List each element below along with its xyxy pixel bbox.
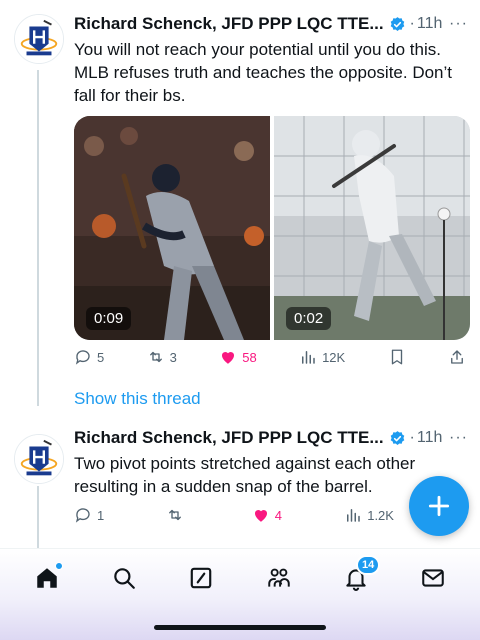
author-name[interactable]: Richard Schenck, JFD PPP LQC TTE... (74, 14, 384, 34)
repost-icon (169, 509, 182, 521)
like-count: 58 (242, 349, 257, 365)
tweet-actions: 1 4 1.2K (74, 504, 394, 526)
views-count: 12K (322, 349, 346, 365)
notifications-badge: 14 (355, 555, 381, 575)
views-count: 1.2K (367, 507, 394, 523)
like-button[interactable]: 4 (252, 506, 282, 524)
views-icon (347, 509, 360, 522)
repost-count: 3 (169, 349, 177, 365)
tweet-header: Richard Schenck, JFD PPP LQC TTE... · 11… (74, 12, 468, 36)
views-button[interactable]: 1.2K (344, 506, 394, 524)
plus-icon (428, 495, 450, 517)
video-duration: 0:02 (286, 307, 332, 330)
separator-dot: · (409, 429, 415, 446)
nav-messages[interactable] (418, 563, 448, 593)
repost-button[interactable] (166, 506, 189, 524)
heart-filled-icon (222, 351, 235, 364)
repost-icon (149, 351, 162, 363)
unread-dot (54, 562, 63, 570)
nav-notifications[interactable]: 14 (341, 555, 381, 593)
like-count: 4 (274, 507, 282, 523)
video-thumbnail[interactable]: 0:02 (274, 116, 470, 340)
verified-badge-icon (390, 16, 404, 31)
separator-dot: · (409, 15, 415, 32)
nav-home[interactable] (32, 562, 63, 593)
reply-button[interactable]: 1 (74, 506, 104, 524)
nav-communities[interactable] (264, 563, 294, 593)
reply-button[interactable]: 5 (74, 348, 104, 366)
messages-icon (422, 569, 445, 587)
tweet-text: Two pivot points stretched against each … (74, 454, 416, 496)
more-options-icon[interactable]: ··· (449, 15, 468, 33)
tweet[interactable]: Richard Schenck, JFD PPP LQC TTE... · 11… (0, 420, 480, 548)
tweet-header: Richard Schenck, JFD PPP LQC TTE... · 11… (74, 426, 468, 450)
show-thread-link[interactable]: Show this thread (74, 389, 201, 409)
bookmark-button[interactable] (388, 348, 406, 366)
communities-icon (267, 568, 290, 587)
reply-count: 5 (97, 349, 105, 365)
views-button[interactable]: 12K (299, 348, 345, 366)
avatar[interactable] (14, 434, 64, 484)
avatar[interactable] (14, 14, 64, 64)
home-indicator (154, 625, 326, 630)
timestamp[interactable]: 11h (417, 429, 443, 447)
video-duration: 0:09 (86, 307, 132, 330)
tweet[interactable]: Richard Schenck, JFD PPP LQC TTE... · 11… (0, 0, 480, 420)
reply-icon (75, 508, 90, 523)
author-name[interactable]: Richard Schenck, JFD PPP LQC TTE... (74, 428, 384, 448)
verified-badge-icon (390, 430, 404, 445)
like-button[interactable]: 58 (219, 348, 257, 366)
media-grid: 0:09 0:02 (74, 116, 470, 340)
reply-count: 1 (97, 507, 105, 523)
nav-grok[interactable] (186, 563, 216, 593)
timestamp[interactable]: 11h (417, 15, 443, 33)
compose-post-button[interactable] (409, 476, 469, 536)
nav-search[interactable] (109, 563, 139, 593)
tweet-actions: 5 3 58 12K (74, 346, 466, 368)
share-button[interactable] (448, 348, 466, 366)
search-icon (114, 568, 135, 589)
bookmark-icon (391, 349, 402, 365)
views-icon (302, 351, 315, 364)
share-icon (451, 350, 463, 364)
heart-filled-icon (254, 509, 267, 522)
video-thumbnail[interactable]: 0:09 (74, 116, 270, 340)
more-options-icon[interactable]: ··· (449, 429, 468, 447)
reply-icon (75, 350, 90, 365)
tweet-text: You will not reach your potential until … (74, 40, 453, 105)
compose-icon (191, 567, 212, 589)
repost-button[interactable]: 3 (147, 348, 177, 366)
